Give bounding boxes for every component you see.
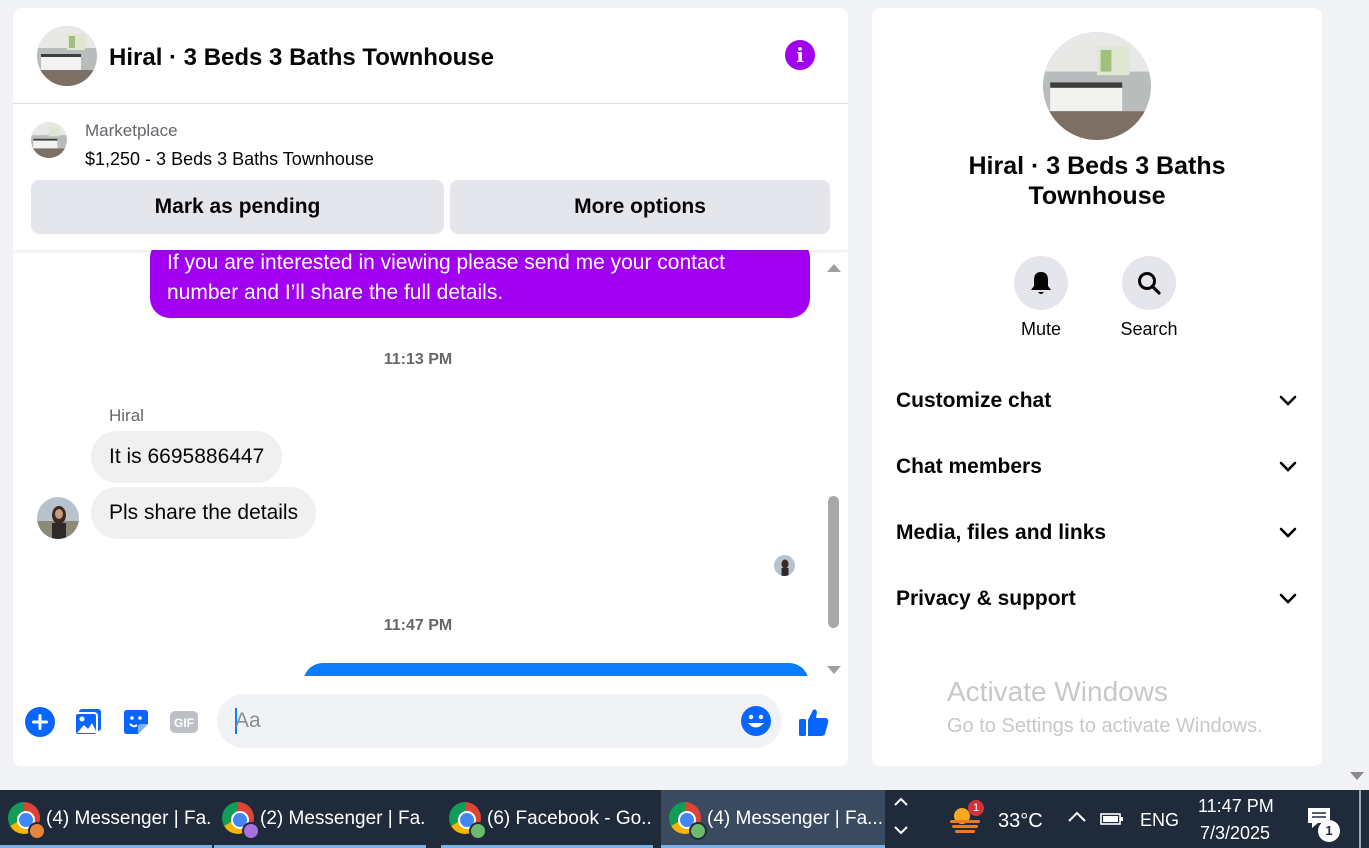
plus-icon[interactable] [24, 706, 56, 738]
composer: GIF [13, 688, 848, 754]
section-privacy-support[interactable]: Privacy & support [896, 579, 1298, 619]
seen-indicator-avatar [774, 555, 795, 576]
incoming-message[interactable]: Pls share the details [91, 487, 317, 539]
outgoing-message[interactable]: If you are interested in viewing please … [150, 250, 810, 318]
clock-date[interactable]: 7/3/2025 [1200, 823, 1270, 844]
incoming-message[interactable]: It is 6695886447 [91, 431, 283, 483]
sticker-icon[interactable] [120, 706, 152, 738]
taskbar-item[interactable]: (6) Facebook - Go... [441, 790, 653, 848]
sender-avatar[interactable] [37, 497, 79, 539]
chrome-icon [669, 802, 707, 840]
message-scrollbar[interactable] [823, 258, 843, 678]
marketplace-bar: Marketplace $1,250 - 3 Beds 3 Baths Town… [13, 105, 848, 250]
section-media-files-links[interactable]: Media, files and links [896, 513, 1298, 553]
message-input-container[interactable] [217, 694, 782, 748]
listing-thumbnail[interactable] [31, 122, 67, 158]
windows-taskbar: (4) Messenger | Fa... (2) Messenger | Fa… [0, 790, 1369, 848]
activate-windows-title: Activate Windows [947, 676, 1168, 707]
section-customize-chat[interactable]: Customize chat [896, 381, 1298, 421]
search-label: Search [1120, 319, 1178, 339]
emoji-icon[interactable] [740, 705, 772, 737]
mute-label: Mute [1020, 319, 1062, 339]
chevron-down-icon [1279, 527, 1297, 538]
taskbar-item-label: (6) Facebook - Go... [487, 808, 653, 829]
image-icon[interactable] [72, 706, 104, 738]
activate-windows-subtitle: Go to Settings to activate Windows. [947, 715, 1263, 737]
chat-header: Hiral · 3 Beds 3 Baths Townhouse i [13, 8, 848, 104]
input-language[interactable]: ENG [1140, 810, 1179, 831]
scroll-thumb[interactable] [828, 496, 839, 628]
mute-button[interactable] [1014, 256, 1068, 310]
info-title: Hiral · 3 Beds 3 Baths Townhouse [968, 152, 1226, 210]
scroll-up-arrow-icon[interactable] [827, 264, 841, 272]
taskbar-item[interactable]: (2) Messenger | Fa... [214, 790, 426, 848]
notification-count-badge: 1 [1318, 820, 1340, 842]
mark-as-pending-button[interactable]: Mark as pending [31, 180, 444, 234]
listing-avatar[interactable] [37, 26, 97, 86]
chat-title[interactable]: Hiral · 3 Beds 3 Baths Townhouse [109, 44, 494, 72]
chrome-icon [8, 802, 46, 840]
listing-title[interactable]: $1,250 - 3 Beds 3 Baths Townhouse [85, 149, 374, 170]
chrome-icon [222, 802, 260, 840]
listing-profile-photo[interactable] [1043, 32, 1151, 140]
system-tray: 1 33°C ENG 11:47 PM 7/3/2025 1 [916, 790, 1369, 848]
show-desktop-button[interactable] [1359, 790, 1361, 848]
like-icon[interactable] [798, 706, 830, 738]
section-label: Privacy & support [896, 587, 1076, 610]
chevron-down-icon [1279, 593, 1297, 604]
chevron-down-icon [1279, 395, 1297, 406]
svg-text:GIF: GIF [174, 716, 194, 730]
taskbar-overflow[interactable] [888, 790, 916, 848]
sender-name: Hiral [109, 406, 144, 425]
page-scroll-down-arrow-icon[interactable] [1350, 772, 1364, 780]
info-icon[interactable]: i [785, 40, 815, 70]
section-label: Media, files and links [896, 521, 1107, 544]
clock-time[interactable]: 11:47 PM [1198, 796, 1274, 817]
timestamp: 11:13 PM [383, 351, 453, 368]
marketplace-label: Marketplace [85, 121, 178, 140]
taskbar-item-label: (2) Messenger | Fa... [260, 808, 426, 829]
outgoing-message-partial[interactable] [303, 663, 809, 676]
taskbar-item[interactable]: (4) Messenger | Fa... [0, 790, 212, 848]
section-label: Customize chat [896, 389, 1052, 412]
message-input[interactable] [235, 706, 725, 736]
bell-icon [1031, 272, 1051, 294]
timestamp: 11:47 PM [383, 617, 453, 634]
taskbar-item-label: (4) Messenger | Fa... [46, 808, 212, 829]
battery-icon[interactable] [1100, 812, 1124, 826]
more-options-button[interactable]: More options [450, 180, 830, 234]
taskbar-item-label: (4) Messenger | Fa... [707, 808, 883, 829]
search-button[interactable] [1122, 256, 1176, 310]
message-list[interactable]: If you are interested in viewing please … [13, 250, 848, 676]
temperature[interactable]: 33°C [998, 810, 1043, 833]
gif-icon[interactable]: GIF [168, 706, 200, 738]
section-label: Chat members [896, 455, 1042, 478]
weather-badge: 1 [968, 800, 984, 816]
chevron-up-icon[interactable] [894, 796, 908, 806]
show-hidden-icons-icon[interactable] [1068, 810, 1086, 822]
section-chat-members[interactable]: Chat members [896, 447, 1298, 487]
chevron-down-icon[interactable] [894, 826, 908, 836]
taskbar-item-active[interactable]: (4) Messenger | Fa... [661, 790, 885, 848]
chevron-down-icon [1279, 461, 1297, 472]
scroll-down-arrow-icon[interactable] [827, 666, 841, 674]
chrome-icon [449, 802, 487, 840]
search-icon [1138, 272, 1161, 295]
chat-info-panel: Hiral · 3 Beds 3 Baths Townhouse Mute Se… [872, 8, 1322, 766]
chat-panel: Hiral · 3 Beds 3 Baths Townhouse i Marke… [13, 8, 848, 766]
